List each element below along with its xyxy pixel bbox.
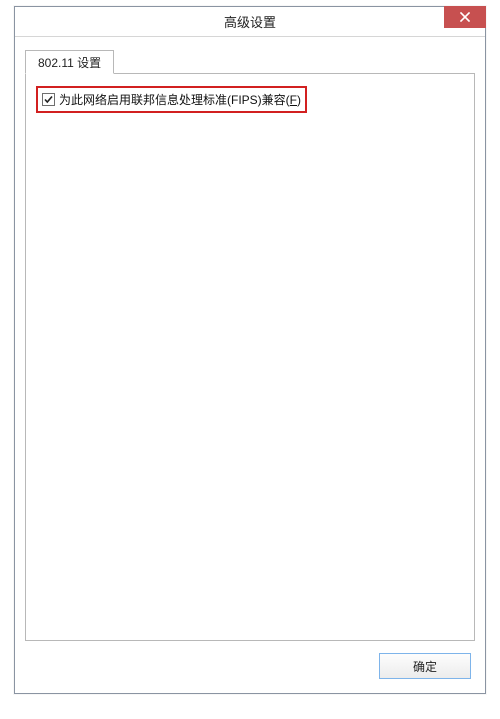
dialog-button-row: 确定 — [379, 653, 471, 679]
titlebar: 高级设置 — [15, 7, 485, 37]
window-title: 高级设置 — [224, 12, 276, 31]
dialog-window: 高级设置 802.11 设置 — [14, 6, 486, 694]
fips-checkbox-label: 为此网络启用联邦信息处理标准(FIPS)兼容(F) — [59, 91, 301, 108]
tab-header: 802.11 设置 — [25, 49, 475, 73]
page-root: 高级设置 802.11 设置 — [0, 0, 500, 719]
ok-button-label: 确定 — [413, 658, 437, 675]
label-mnemonic: F — [290, 93, 297, 107]
fips-checkbox[interactable]: 为此网络启用联邦信息处理标准(FIPS)兼容(F) — [42, 91, 301, 108]
annotation-highlight: 为此网络启用联邦信息处理标准(FIPS)兼容(F) — [36, 86, 307, 113]
tab-80211-settings[interactable]: 802.11 设置 — [25, 50, 114, 74]
tab-panel: 为此网络启用联邦信息处理标准(FIPS)兼容(F) — [25, 73, 475, 641]
tab-control: 802.11 设置 为此网络启用联邦信息处理标准(FIPS)兼容 — [25, 49, 475, 641]
label-pre: 为此网络启用联邦信息处理标准(FIPS)兼容( — [59, 93, 290, 107]
checkmark-icon — [43, 94, 54, 105]
checkbox-box — [42, 93, 55, 106]
client-area: 802.11 设置 为此网络启用联邦信息处理标准(FIPS)兼容 — [15, 37, 485, 693]
close-button[interactable] — [444, 6, 486, 28]
tab-label: 802.11 设置 — [38, 54, 101, 71]
label-post: ) — [297, 93, 301, 107]
close-icon — [460, 12, 470, 22]
ok-button[interactable]: 确定 — [379, 653, 471, 679]
